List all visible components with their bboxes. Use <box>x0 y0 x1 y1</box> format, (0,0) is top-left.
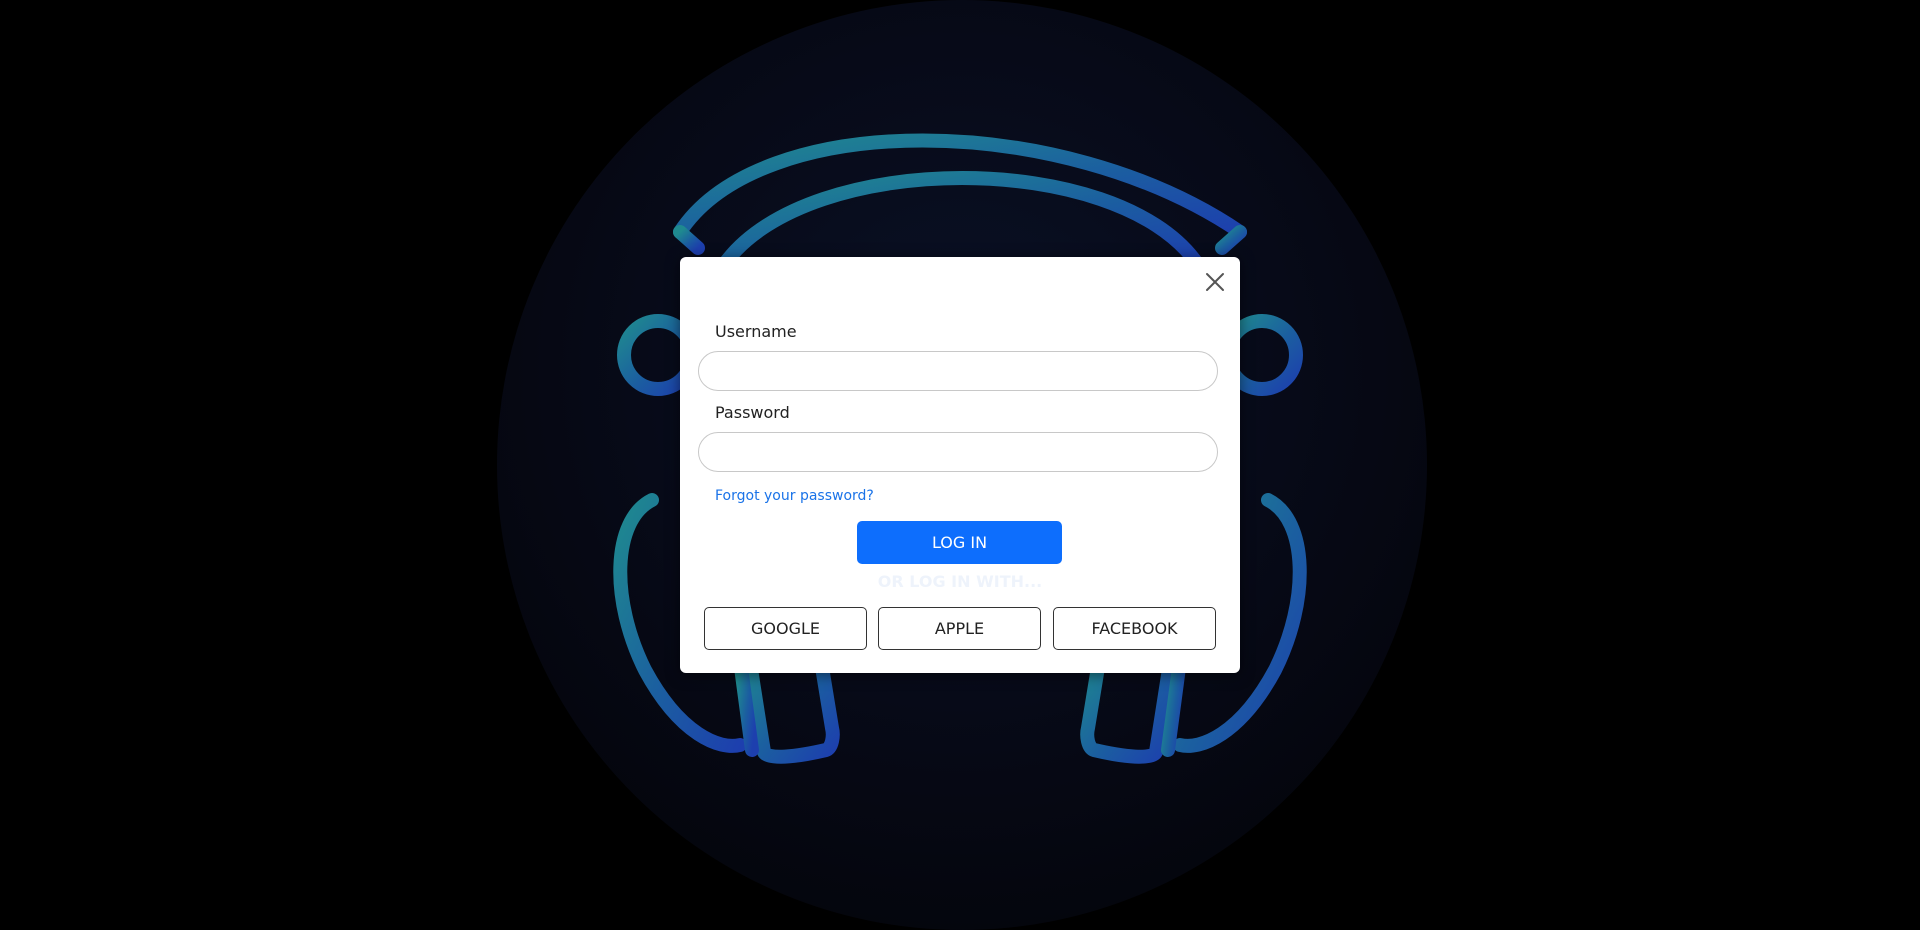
username-label: Username <box>715 322 797 341</box>
social-login-divider: OR LOG IN WITH... <box>877 572 1043 591</box>
close-icon <box>1206 273 1224 291</box>
forgot-password-link[interactable]: Forgot your password? <box>715 488 874 504</box>
password-input[interactable] <box>698 432 1218 472</box>
close-button[interactable] <box>1202 269 1228 295</box>
password-label: Password <box>715 403 790 422</box>
login-modal: Username Password Forgot your password? … <box>680 257 1240 673</box>
apple-login-button[interactable]: APPLE <box>878 607 1041 650</box>
username-input[interactable] <box>698 351 1218 391</box>
login-button[interactable]: LOG IN <box>857 521 1062 564</box>
page: Username Password Forgot your password? … <box>0 0 1920 930</box>
google-login-button[interactable]: GOOGLE <box>704 607 867 650</box>
facebook-login-button[interactable]: FACEBOOK <box>1053 607 1216 650</box>
